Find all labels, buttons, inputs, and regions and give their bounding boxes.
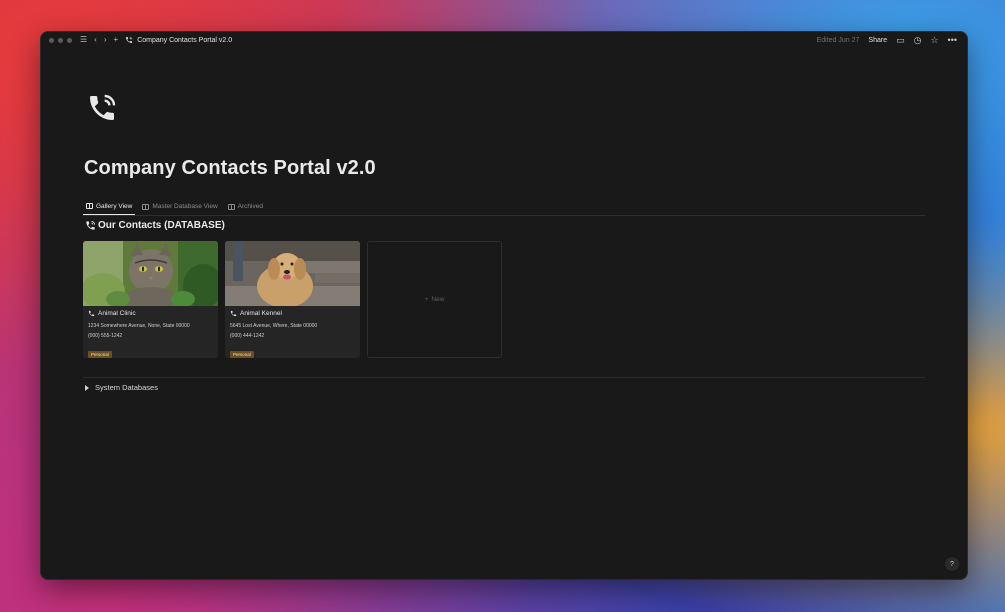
- tab-master-database-view[interactable]: Master Database View: [139, 198, 220, 215]
- tag-badge: Personal: [230, 351, 254, 358]
- card-address: 5645 Lost Avenue, Where, State 00000: [230, 323, 318, 329]
- gallery-card[interactable]: Animal Kennel 5645 Lost Avenue, Where, S…: [225, 241, 360, 358]
- tab-label: Master Database View: [152, 203, 218, 210]
- card-title: Animal Kennel: [230, 310, 355, 317]
- new-card-button[interactable]: + New: [367, 241, 502, 358]
- window-controls: [49, 37, 72, 43]
- help-button[interactable]: ?: [945, 557, 959, 571]
- card-phone: (000) 555-1242: [88, 333, 123, 339]
- zoom-window-button[interactable]: [67, 37, 72, 43]
- sidebar-menu-icon[interactable]: ☰: [80, 36, 87, 44]
- favorite-star-icon[interactable]: ☆: [930, 35, 938, 46]
- toggle-label: System Databases: [95, 383, 158, 392]
- phone-call-icon: [86, 220, 96, 230]
- plus-icon: +: [424, 296, 429, 303]
- forward-icon[interactable]: ›: [104, 36, 107, 44]
- page-title[interactable]: Company Contacts Portal v2.0: [84, 157, 376, 180]
- tab-label: Archived: [237, 203, 263, 210]
- breadcrumb-title: Company Contacts Portal v2.0: [137, 36, 233, 44]
- toggle-triangle-icon[interactable]: [85, 384, 89, 391]
- tab-archived[interactable]: Archived: [225, 198, 266, 215]
- minimize-window-button[interactable]: [58, 37, 63, 43]
- table-icon: [142, 203, 150, 210]
- card-name: Animal Clinic: [98, 310, 136, 317]
- edited-timestamp: Edited Jun 27: [816, 36, 860, 44]
- divider: [83, 377, 925, 378]
- phone-call-icon[interactable]: [86, 92, 118, 124]
- tab-gallery-view[interactable]: Gallery View: [83, 198, 136, 215]
- tag-badge: Personal: [88, 351, 112, 358]
- share-button[interactable]: Share: [868, 37, 887, 44]
- titlebar-actions: Edited Jun 27 Share ▭ ◷ ☆ •••: [817, 32, 957, 48]
- system-databases-toggle[interactable]: System Databases: [85, 383, 158, 392]
- new-label: New: [431, 296, 445, 303]
- database-title[interactable]: Our Contacts (DATABASE): [85, 220, 225, 231]
- database-title-text: Our Contacts (DATABASE): [98, 220, 225, 231]
- phone-icon: [88, 310, 95, 317]
- comment-icon[interactable]: ▭: [896, 35, 905, 46]
- card-title: Animal Clinic: [88, 310, 213, 317]
- phone-icon: [230, 310, 237, 317]
- card-phone: (000) 444-1242: [230, 333, 265, 339]
- gallery-card[interactable]: Animal Clinic 1234 Somewhere Avenue, Non…: [83, 241, 218, 358]
- add-page-icon[interactable]: +: [114, 36, 119, 44]
- history-clock-icon[interactable]: ◷: [914, 35, 922, 46]
- close-window-button[interactable]: [49, 37, 54, 43]
- breadcrumb[interactable]: Company Contacts Portal v2.0: [125, 36, 232, 44]
- view-tabs: Gallery View Master Database View Archiv…: [83, 198, 925, 216]
- card-address: 1234 Somewhere Avenue, None, State 00000: [88, 323, 190, 329]
- titlebar: ☰ ‹ › + Company Contacts Portal v2.0 Edi…: [41, 32, 967, 48]
- tab-label: Gallery View: [96, 202, 133, 210]
- cat-photo: [83, 241, 218, 306]
- page-content: Company Contacts Portal v2.0 Gallery Vie…: [83, 48, 925, 579]
- phone-call-icon: [126, 36, 133, 43]
- card-name: Animal Kennel: [240, 310, 282, 317]
- gallery-grid: Animal Clinic 1234 Somewhere Avenue, Non…: [83, 241, 502, 358]
- dog-photo: [225, 241, 360, 306]
- gallery-icon: [86, 203, 93, 209]
- app-window: ☰ ‹ › + Company Contacts Portal v2.0 Edi…: [40, 31, 968, 580]
- back-icon[interactable]: ‹: [94, 36, 97, 44]
- table-icon: [227, 203, 235, 210]
- more-options-icon[interactable]: •••: [948, 35, 957, 45]
